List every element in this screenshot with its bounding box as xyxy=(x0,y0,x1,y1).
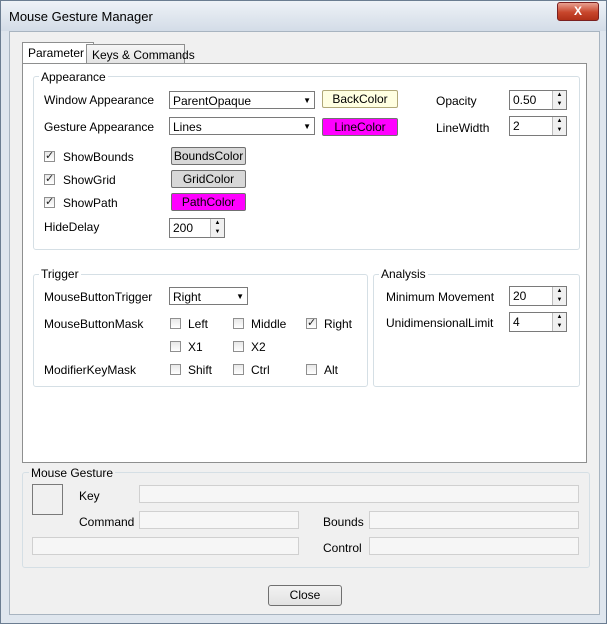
mouse-button-trigger-value: Right xyxy=(173,290,202,304)
window-close-button[interactable]: X xyxy=(557,2,599,21)
status-field[interactable] xyxy=(32,537,299,555)
ctrl-label: Ctrl xyxy=(251,363,270,377)
min-movement-value: 20 xyxy=(513,289,527,303)
opacity-value: 0.50 xyxy=(513,93,537,107)
mouse-button-mask-label: MouseButtonMask xyxy=(44,317,144,331)
bounds-label: Bounds xyxy=(323,515,364,529)
show-path-checkbox[interactable]: ✓ xyxy=(44,197,55,208)
close-icon: X xyxy=(573,4,582,18)
alt-label: Alt xyxy=(324,363,339,377)
mouse-button-trigger-label: MouseButtonTrigger xyxy=(44,290,153,304)
gesture-preview-box xyxy=(32,484,63,515)
chevron-down-icon: ▼ xyxy=(303,96,311,105)
unidimensional-limit-value: 4 xyxy=(513,315,520,329)
show-bounds-checkbox[interactable]: ✓ xyxy=(44,151,55,162)
title-bar: Mouse Gesture Manager X xyxy=(1,1,606,31)
opacity-label: Opacity xyxy=(436,94,477,108)
back-color-button[interactable]: BackColor xyxy=(322,90,398,108)
appearance-legend: Appearance xyxy=(39,70,108,84)
trigger-legend: Trigger xyxy=(39,267,81,281)
control-field[interactable] xyxy=(369,537,579,555)
modifier-key-mask-label: ModifierKeyMask xyxy=(44,363,137,377)
show-path-label: ShowPath xyxy=(63,196,118,210)
window-appearance-label: Window Appearance xyxy=(44,93,155,107)
mouse-gesture-legend: Mouse Gesture xyxy=(29,466,116,480)
analysis-legend: Analysis xyxy=(379,267,428,281)
unidimensional-limit-spinner[interactable]: 4 ▲ ▼ xyxy=(509,312,567,332)
gesture-appearance-value: Lines xyxy=(173,120,202,134)
bounds-color-button[interactable]: BoundsColor xyxy=(171,147,246,165)
spin-down-icon[interactable]: ▼ xyxy=(210,228,224,237)
chevron-down-icon: ▼ xyxy=(236,292,244,301)
min-movement-label: Minimum Movement xyxy=(386,290,495,304)
hide-delay-spinner[interactable]: 200 ▲ ▼ xyxy=(169,218,225,238)
spin-down-icon[interactable]: ▼ xyxy=(552,126,566,135)
close-button[interactable]: Close xyxy=(268,585,342,606)
x2-checkbox[interactable] xyxy=(233,341,244,352)
x1-label: X1 xyxy=(188,340,203,354)
opacity-spinner[interactable]: 0.50 ▲ ▼ xyxy=(509,90,567,110)
mouse-button-trigger-select[interactable]: Right ▼ xyxy=(169,287,248,305)
x2-label: X2 xyxy=(251,340,266,354)
window-appearance-value: ParentOpaque xyxy=(173,94,252,108)
min-movement-spinner[interactable]: 20 ▲ ▼ xyxy=(509,286,567,306)
spin-down-icon[interactable]: ▼ xyxy=(552,100,566,109)
window-title: Mouse Gesture Manager xyxy=(9,9,153,24)
spin-down-icon[interactable]: ▼ xyxy=(552,296,566,305)
mouse-gesture-manager-window: Mouse Gesture Manager X Parameter Keys &… xyxy=(0,0,607,624)
control-label: Control xyxy=(323,541,362,555)
middle-checkbox[interactable] xyxy=(233,318,244,329)
gesture-appearance-select[interactable]: Lines ▼ xyxy=(169,117,315,135)
grid-color-button[interactable]: GridColor xyxy=(171,170,246,188)
tab-keys-commands[interactable]: Keys & Commands xyxy=(86,44,195,65)
line-color-button[interactable]: LineColor xyxy=(322,118,398,136)
command-label: Command xyxy=(79,515,135,529)
tab-parameter[interactable]: Parameter xyxy=(22,42,94,65)
chevron-down-icon: ▼ xyxy=(303,122,311,131)
left-checkbox[interactable] xyxy=(170,318,181,329)
right-label: Right xyxy=(324,317,353,331)
window-appearance-select[interactable]: ParentOpaque ▼ xyxy=(169,91,315,109)
gesture-appearance-label: Gesture Appearance xyxy=(44,120,155,134)
linewidth-value: 2 xyxy=(513,119,520,133)
key-field[interactable] xyxy=(139,485,579,503)
ctrl-checkbox[interactable] xyxy=(233,364,244,375)
path-color-button[interactable]: PathColor xyxy=(171,193,246,211)
key-label: Key xyxy=(79,489,100,503)
tab-keys-commands-label: Keys & Commands xyxy=(92,48,195,62)
show-grid-label: ShowGrid xyxy=(63,173,116,187)
spin-down-icon[interactable]: ▼ xyxy=(552,322,566,331)
unidimensional-limit-label: UnidimensionalLimit xyxy=(386,316,494,330)
linewidth-label: LineWidth xyxy=(436,121,490,135)
linewidth-spinner[interactable]: 2 ▲ ▼ xyxy=(509,116,567,136)
show-grid-checkbox[interactable]: ✓ xyxy=(44,174,55,185)
show-bounds-label: ShowBounds xyxy=(63,150,134,164)
alt-checkbox[interactable] xyxy=(306,364,317,375)
bounds-field[interactable] xyxy=(369,511,579,529)
shift-label: Shift xyxy=(188,363,213,377)
hide-delay-value: 200 xyxy=(173,221,194,235)
shift-checkbox[interactable] xyxy=(170,364,181,375)
x1-checkbox[interactable] xyxy=(170,341,181,352)
left-label: Left xyxy=(188,317,209,331)
hide-delay-label: HideDelay xyxy=(44,220,100,234)
middle-label: Middle xyxy=(251,317,287,331)
command-field[interactable] xyxy=(139,511,299,529)
right-checkbox[interactable]: ✓ xyxy=(306,318,317,329)
tab-parameter-label: Parameter xyxy=(28,46,85,60)
